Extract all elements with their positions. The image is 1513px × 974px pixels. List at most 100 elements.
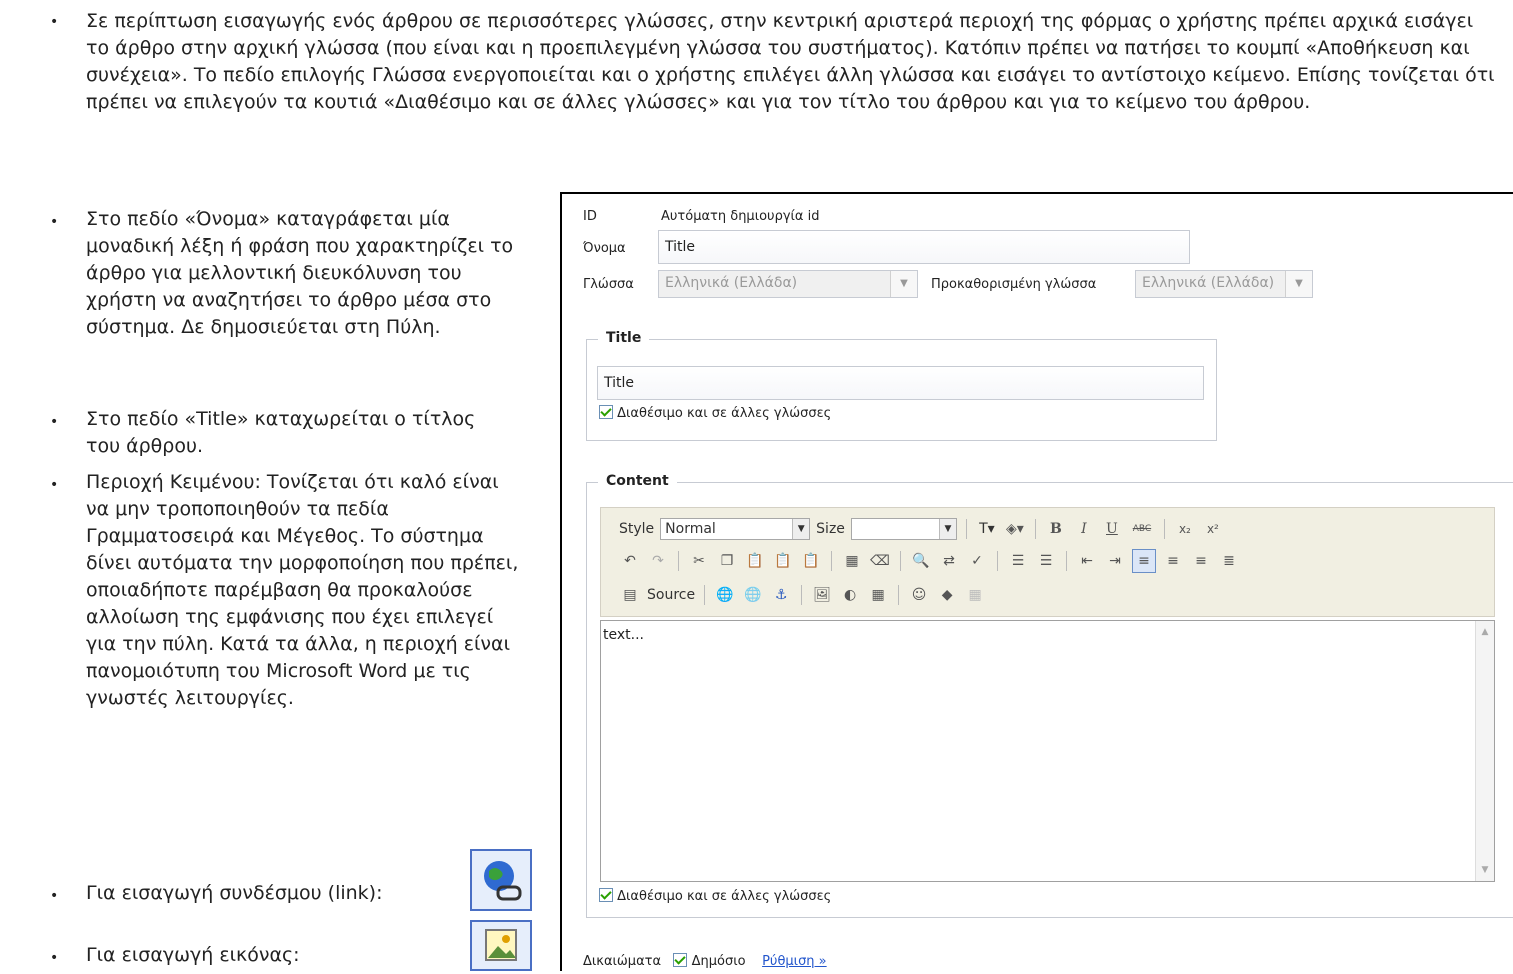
language-select-value: Ελληνικά (Ελλάδα)	[665, 275, 798, 291]
size-select[interactable]: ▼	[850, 518, 957, 540]
outdent-icon[interactable]: ⇤	[1076, 550, 1098, 572]
id-value: Αυτόματη δημιουργία id	[661, 209, 820, 224]
smiley-icon[interactable]: ☺	[908, 584, 930, 606]
source-icon[interactable]: ▤	[619, 584, 641, 606]
scroll-up-icon[interactable]: ▲	[1476, 623, 1494, 641]
redo-icon[interactable]: ↷	[647, 550, 669, 572]
paste-word-icon[interactable]: 📋	[800, 550, 822, 572]
page-break-icon[interactable]: ▦	[964, 584, 986, 606]
content-available-label: Διαθέσιμο και σε άλλες γλώσσες	[617, 889, 832, 904]
public-checkbox[interactable]	[673, 953, 688, 967]
remove-format-icon[interactable]: ⌫	[869, 550, 891, 572]
replace-icon[interactable]: ⇄	[938, 550, 960, 572]
toolbar-separator	[900, 551, 901, 571]
public-label: Δημόσιο	[691, 954, 746, 969]
find-icon[interactable]: 🔍	[910, 550, 932, 572]
toolbar-separator	[1034, 519, 1036, 539]
toolbar-separator	[704, 585, 706, 605]
editor-toolbar: Style Normal ▼ Size ▼ T▾ ◈▾ B I U ABC x₂ …	[600, 507, 1495, 617]
style-select-value: Normal	[665, 521, 716, 537]
anchor-icon[interactable]: ⚓	[770, 584, 792, 606]
align-left-icon[interactable]: ≡	[1132, 549, 1156, 573]
default-language-label: Προκαθορισμένη γλώσσα	[931, 277, 1097, 292]
source-button[interactable]: Source	[647, 587, 695, 603]
toolbar-row-1: Style Normal ▼ Size ▼ T▾ ◈▾ B I U ABC x₂ …	[619, 515, 1224, 543]
italic-icon[interactable]: I	[1073, 518, 1095, 540]
toolbar-separator	[997, 551, 998, 571]
toolbar-row-3: ▤ Source 🌐 🌐 ⚓ 🖼 ◐ ▦ ☺ ◆ ▦	[619, 581, 986, 609]
language-label: Γλώσσα	[583, 277, 634, 292]
content-editor[interactable]: text... ▲ ▼	[600, 620, 1495, 882]
name-label: Όνομα	[583, 241, 626, 256]
content-available-checkbox[interactable]	[599, 888, 613, 902]
chevron-down-icon: ▼	[938, 519, 956, 539]
bullet: •	[50, 414, 59, 430]
toolbar-separator	[801, 585, 803, 605]
text-color-icon[interactable]: T▾	[976, 518, 998, 540]
style-select[interactable]: Normal ▼	[660, 518, 811, 540]
toolbar-separator	[1066, 551, 1067, 571]
style-label: Style	[619, 521, 655, 537]
editor-scrollbar[interactable]: ▲ ▼	[1475, 621, 1494, 881]
editor-text: text...	[603, 627, 644, 643]
strikethrough-icon[interactable]: ABC	[1129, 518, 1155, 540]
title-available-label: Διαθέσιμο και σε άλλες γλώσσες	[617, 406, 832, 421]
paste-icon[interactable]: 📋	[744, 550, 766, 572]
bullet-image-text: Για εισαγωγή εικόνας:	[86, 944, 300, 966]
toolbar-row-2: ↶ ↷ ✂ ❐ 📋 📋 📋 ▦ ⌫ 🔍 ⇄ ✓ ☰ ☰ ⇤ ⇥ ≡ ≡ ≡ ≣	[619, 547, 1240, 575]
rights-label: Δικαιώματα	[583, 954, 662, 969]
paste-text-icon[interactable]: 📋	[772, 550, 794, 572]
align-justify-icon[interactable]: ≣	[1218, 550, 1240, 572]
subscript-icon[interactable]: x₂	[1174, 518, 1196, 540]
bullet: •	[50, 14, 59, 30]
unlink-icon[interactable]: 🌐	[742, 584, 764, 606]
title-available-checkbox[interactable]	[599, 405, 613, 419]
name-input[interactable]: Title	[658, 230, 1190, 264]
table-icon[interactable]: ▦	[867, 584, 889, 606]
numbered-list-icon[interactable]: ☰	[1007, 550, 1029, 572]
copy-icon[interactable]: ❐	[716, 550, 738, 572]
indent-icon[interactable]: ⇥	[1104, 550, 1126, 572]
bullet-content-text: Περιοχή Κειμένου: Τονίζεται ότι καλό είν…	[86, 471, 519, 709]
bullet-link-text: Για εισαγωγή συνδέσμου (link):	[86, 882, 383, 904]
toolbar-separator	[965, 519, 967, 539]
bullet: •	[50, 214, 59, 230]
bulleted-list-icon[interactable]: ☰	[1035, 550, 1057, 572]
default-language-select-value: Ελληνικά (Ελλάδα)	[1142, 275, 1275, 291]
content-legend: Content	[598, 473, 677, 489]
scroll-down-icon[interactable]: ▼	[1476, 861, 1494, 879]
title-available-option: Διαθέσιμο και σε άλλες γλώσσες	[599, 405, 831, 421]
bold-icon[interactable]: B	[1045, 518, 1067, 540]
underline-icon[interactable]: U	[1101, 518, 1123, 540]
insert-link-icon[interactable]: 🌐	[714, 584, 736, 606]
link-globe-icon	[470, 849, 532, 911]
bullet-onoma-text: Στο πεδίο «Όνομα» καταγράφεται μία μοναδ…	[86, 208, 514, 338]
align-center-icon[interactable]: ≡	[1162, 550, 1184, 572]
cut-icon[interactable]: ✂	[688, 550, 710, 572]
chevron-down-icon: ▼	[792, 519, 810, 539]
language-select[interactable]: Ελληνικά (Ελλάδα) ▼	[658, 270, 918, 298]
content-available-option: Διαθέσιμο και σε άλλες γλώσσες	[599, 888, 831, 904]
special-char-icon[interactable]: ◆	[936, 584, 958, 606]
settings-link[interactable]: Ρύθμιση »	[762, 954, 827, 969]
bullet: •	[50, 477, 59, 493]
rights-row: Δικαιώματα Δημόσιο Ρύθμιση »	[583, 953, 827, 969]
flash-icon[interactable]: ◐	[839, 584, 861, 606]
background-color-icon[interactable]: ◈▾	[1004, 518, 1026, 540]
insert-image-icon[interactable]: 🖼	[811, 584, 833, 606]
id-label: ID	[583, 209, 597, 224]
superscript-icon[interactable]: x²	[1202, 518, 1224, 540]
bullet: •	[50, 950, 59, 966]
chevron-down-icon: ▼	[890, 271, 917, 297]
align-right-icon[interactable]: ≡	[1190, 550, 1212, 572]
chevron-down-icon: ▼	[1285, 271, 1312, 297]
insert-image-icon	[470, 920, 532, 971]
select-all-icon[interactable]: ▦	[841, 550, 863, 572]
undo-icon[interactable]: ↶	[619, 550, 641, 572]
title-legend: Title	[598, 330, 650, 346]
title-input[interactable]: Title	[597, 366, 1204, 400]
spellcheck-icon[interactable]: ✓	[966, 550, 988, 572]
default-language-select[interactable]: Ελληνικά (Ελλάδα) ▼	[1135, 270, 1313, 298]
toolbar-separator	[831, 551, 832, 571]
bullet: •	[50, 888, 59, 904]
